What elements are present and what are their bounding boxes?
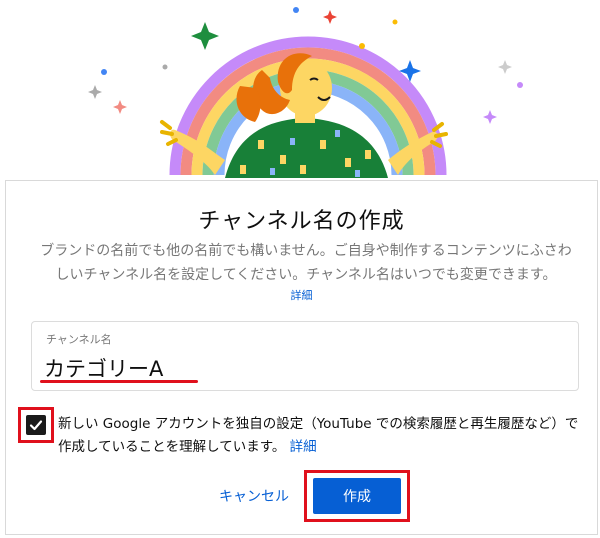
check-icon [29, 420, 43, 431]
dialog-title: チャンネル名の作成 [198, 209, 405, 234]
consent-checkbox[interactable] [26, 415, 46, 435]
channel-name-label: チャンネル名 [46, 333, 112, 346]
rainbow-person-illustration [88, 7, 523, 178]
details-link[interactable]: 詳細 [6, 287, 597, 303]
create-channel-dialog: チャンネル名の作成 ブランドの名前でも他の名前でも構いません。ご自身や制作するコ… [5, 180, 598, 535]
dialog-description: ブランドの名前でも他の名前でも構いません。ご自身や制作するコンテンツにふさわしい… [40, 243, 572, 283]
cancel-button[interactable]: キャンセル [219, 486, 289, 506]
consent-details-link[interactable]: 詳細 [290, 439, 317, 455]
consent-label: 新しい Google アカウントを独自の設定（YouTube での検索履歴と再生… [58, 413, 588, 459]
create-button[interactable]: 作成 [313, 478, 401, 514]
highlight-underline [40, 380, 198, 383]
consent-text: 新しい Google アカウントを独自の設定（YouTube での検索履歴と再生… [58, 416, 579, 455]
